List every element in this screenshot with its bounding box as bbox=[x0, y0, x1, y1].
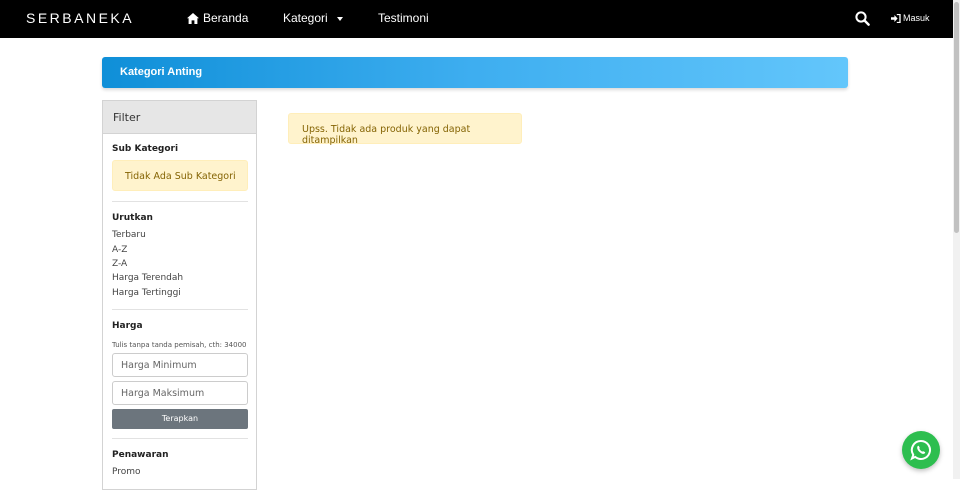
empty-products-alert: Upss. Tidak ada produk yang dapat ditamp… bbox=[288, 113, 522, 146]
divider bbox=[112, 438, 248, 439]
nav-testimoni-label: Testimoni bbox=[378, 11, 429, 25]
brand-logo[interactable]: SERBANEKA bbox=[26, 10, 134, 26]
filter-panel: Filter Sub Kategori Tidak Ada Sub Katego… bbox=[102, 100, 257, 490]
urutkan-title: Urutkan bbox=[112, 213, 153, 223]
login-button[interactable]: Masuk bbox=[891, 13, 930, 23]
apply-price-button[interactable]: Terapkan bbox=[112, 409, 248, 429]
nav-kategori-dropdown[interactable]: Kategori bbox=[283, 11, 343, 25]
sub-kategori-empty-alert: Tidak Ada Sub Kategori bbox=[112, 160, 248, 191]
sort-option-harga-terendah[interactable]: Harga Terendah bbox=[112, 273, 183, 283]
sort-option-z-a[interactable]: Z-A bbox=[112, 259, 127, 269]
harga-hint: Tulis tanpa tanda pemisah, cth: 34000 bbox=[112, 341, 247, 349]
caret-down-icon bbox=[336, 16, 343, 21]
search-icon[interactable] bbox=[855, 11, 870, 26]
nav-beranda[interactable]: Beranda bbox=[187, 11, 248, 25]
sub-kategori-title: Sub Kategori bbox=[112, 144, 179, 154]
sort-option-harga-tertinggi[interactable]: Harga Tertinggi bbox=[112, 288, 181, 298]
nav-kategori-label: Kategori bbox=[283, 11, 328, 25]
filter-title: Filter bbox=[103, 101, 256, 134]
page-title: Kategori Anting bbox=[120, 66, 203, 78]
min-price-input[interactable] bbox=[112, 353, 248, 377]
max-price-input[interactable] bbox=[112, 381, 248, 405]
harga-title: Harga bbox=[112, 321, 143, 331]
divider bbox=[112, 201, 248, 202]
nav-beranda-label: Beranda bbox=[203, 11, 249, 25]
scrollbar-thumb[interactable] bbox=[954, 2, 959, 233]
sort-option-terbaru[interactable]: Terbaru bbox=[112, 230, 146, 240]
navbar: SERBANEKA Beranda Kategori Testimoni Mas… bbox=[0, 0, 960, 38]
sign-in-icon bbox=[891, 13, 901, 23]
home-icon bbox=[187, 12, 199, 24]
login-label: Masuk bbox=[903, 13, 930, 23]
whatsapp-button[interactable] bbox=[902, 431, 940, 469]
offer-option-promo[interactable]: Promo bbox=[112, 467, 141, 477]
category-banner: Kategori Anting bbox=[102, 57, 848, 88]
nav-testimoni[interactable]: Testimoni bbox=[378, 11, 429, 25]
penawaran-title: Penawaran bbox=[112, 450, 169, 460]
sort-option-a-z[interactable]: A-Z bbox=[112, 245, 127, 255]
whatsapp-icon bbox=[910, 439, 931, 461]
divider bbox=[112, 309, 248, 310]
